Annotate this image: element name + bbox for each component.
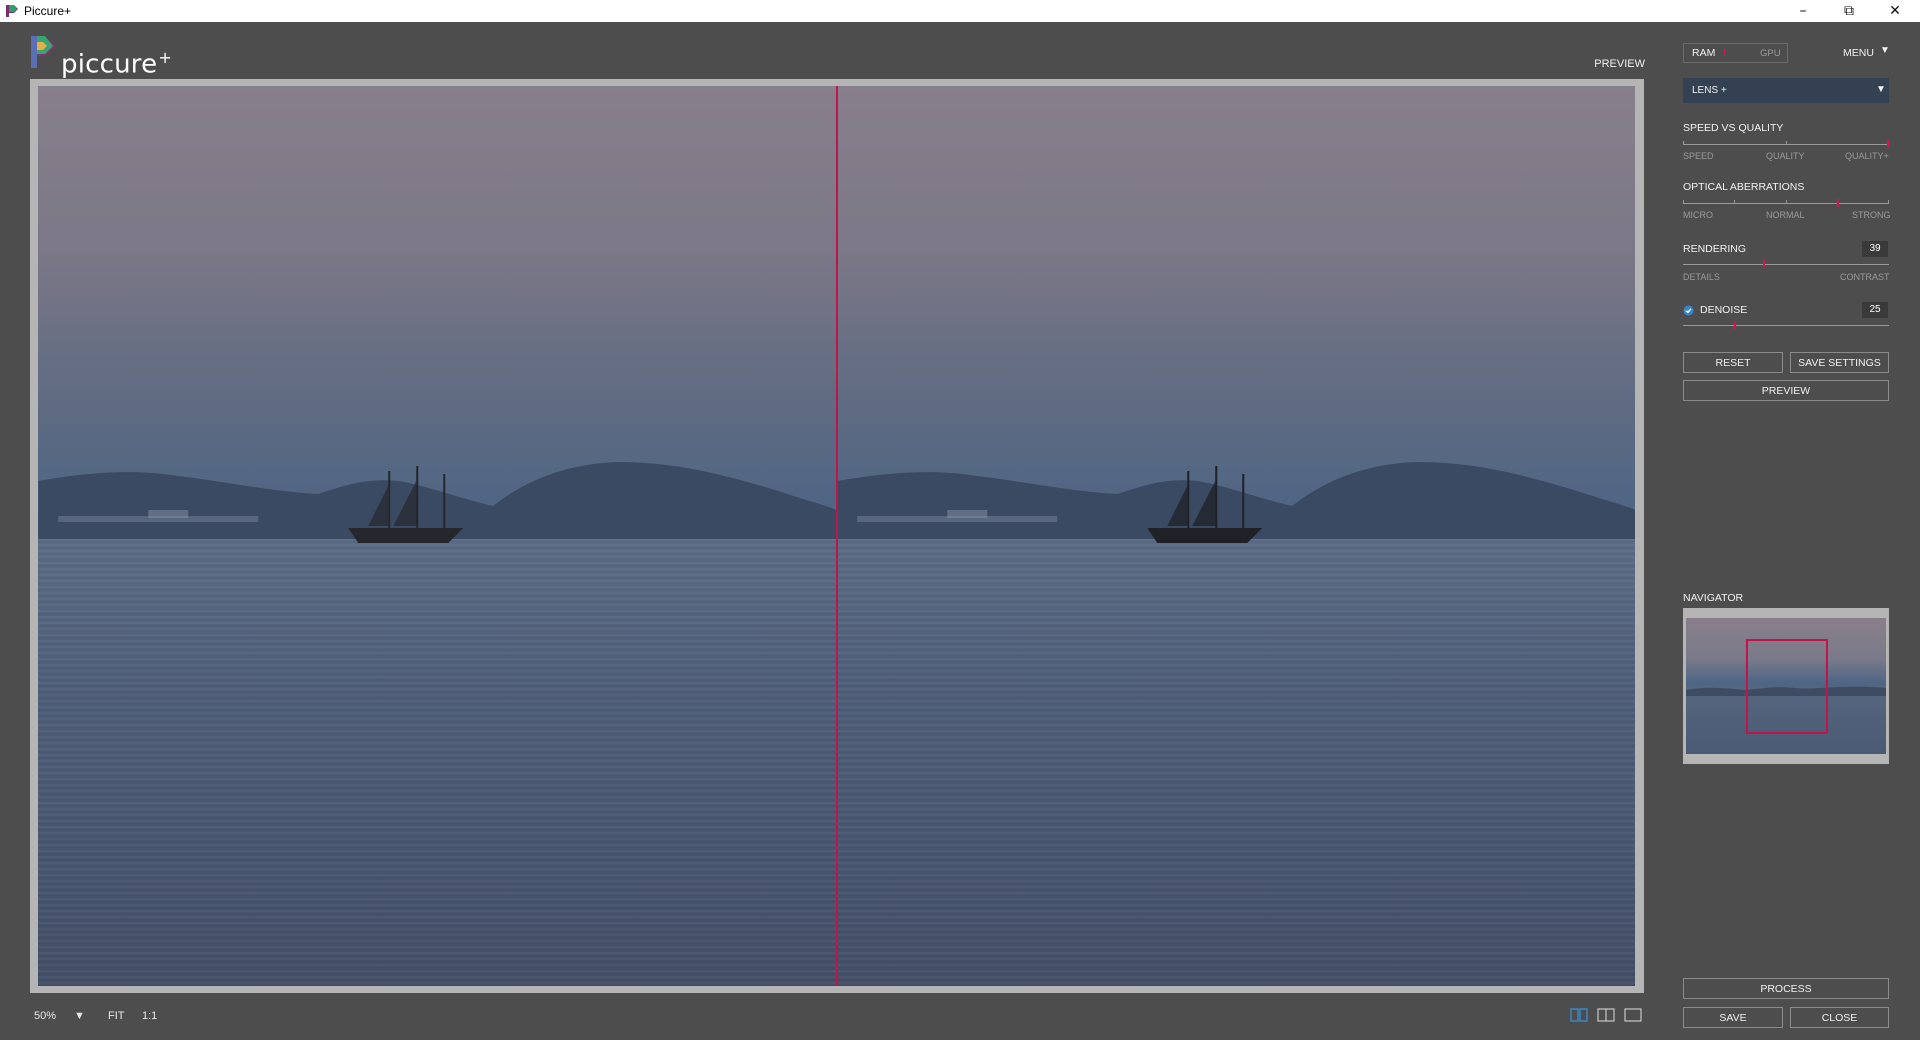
split-view-icon[interactable] [1570,1008,1588,1022]
ram-indicator-icon: ! [1723,47,1727,59]
details-label: DETAILS [1683,272,1720,282]
image-frame [30,79,1644,993]
save-settings-button[interactable]: SAVE SETTINGS [1790,352,1889,373]
zoom-dropdown-icon[interactable]: ▼ [74,1010,85,1022]
window-title: Piccure+ [24,4,72,18]
rendering-thumb[interactable] [1763,260,1765,268]
minimize-button[interactable]: – [1780,0,1826,22]
rendering-slider[interactable] [1683,264,1889,265]
speed-quality-thumb[interactable] [1887,140,1889,148]
zoom-level[interactable]: 50% [34,1010,56,1022]
app-icon [6,5,18,17]
save-button[interactable]: SAVE [1683,1007,1783,1028]
ram-gpu-toggle[interactable]: RAM ! GPU [1683,43,1788,63]
normal-tick-label: NORMAL [1766,210,1805,220]
slider-tick [1888,200,1889,204]
gpu-label[interactable]: GPU [1760,48,1781,59]
menu-arrow-icon[interactable]: ▼ [1880,45,1890,56]
close-window-button[interactable]: ✕ [1872,0,1918,22]
restore-icon: ⧉ [1844,3,1854,19]
fit-button[interactable]: FIT [108,1010,125,1022]
optical-aberrations-label: OPTICAL ABERRATIONS [1683,181,1805,193]
slider-tick [1786,200,1787,204]
denoise-label: DENOISE [1700,304,1748,316]
navigator-label: NAVIGATOR [1683,592,1744,604]
one-to-one-button[interactable]: 1:1 [142,1010,157,1022]
chevron-down-icon: ▼ [1876,84,1886,95]
navigator[interactable] [1683,608,1889,764]
after-image [837,462,1635,543]
compare-view-icon[interactable] [1597,1008,1615,1022]
slider-tick [1683,200,1684,204]
mode-value: LENS + [1692,85,1727,96]
image-preview[interactable] [38,86,1635,986]
single-view-icon[interactable] [1624,1008,1642,1022]
navigator-viewport[interactable] [1746,639,1828,734]
contrast-label: CONTRAST [1840,272,1890,282]
slider-tick [1683,141,1684,145]
quality-plus-tick-label: QUALITY+ [1845,151,1889,161]
slider-tick [1786,141,1787,145]
denoise-value[interactable]: 25 [1862,302,1888,318]
strong-tick-label: STRONG [1852,210,1891,220]
mode-dropdown[interactable]: LENS + ▼ [1683,78,1889,103]
rendering-value[interactable]: 39 [1862,241,1888,257]
preview-mode-label: PREVIEW [1594,58,1645,70]
optical-aberrations-thumb[interactable] [1837,199,1839,207]
slider-tick [1734,200,1735,204]
split-divider-handle[interactable] [836,86,838,986]
denoise-slider[interactable] [1683,325,1889,326]
piccure-logo: piccure+ [29,34,172,80]
micro-tick-label: MICRO [1683,210,1713,220]
navigator-thumbnail[interactable] [1686,618,1886,754]
speed-quality-label: SPEED VS QUALITY [1683,122,1784,134]
menu-button[interactable]: MENU [1843,47,1874,59]
ram-label[interactable]: RAM [1692,47,1715,59]
piccure-logo-icon [31,36,55,68]
restore-button[interactable]: ⧉ [1826,0,1872,22]
process-button[interactable]: PROCESS [1683,978,1889,999]
denoise-thumb[interactable] [1734,321,1736,329]
denoise-checkbox[interactable] [1683,305,1694,316]
logo-plus: + [158,48,172,67]
reset-button[interactable]: RESET [1683,352,1783,373]
title-bar: Piccure+ – ⧉ ✕ [0,0,1920,22]
logo-text: piccure [61,49,158,80]
close-button[interactable]: CLOSE [1790,1007,1889,1028]
rendering-label: RENDERING [1683,243,1747,255]
quality-tick-label: QUALITY [1766,151,1805,161]
speed-tick-label: SPEED [1683,151,1714,161]
before-image [38,462,837,543]
close-icon: ✕ [1889,3,1901,19]
minimize-icon: – [1799,3,1807,19]
preview-button[interactable]: PREVIEW [1683,380,1889,401]
